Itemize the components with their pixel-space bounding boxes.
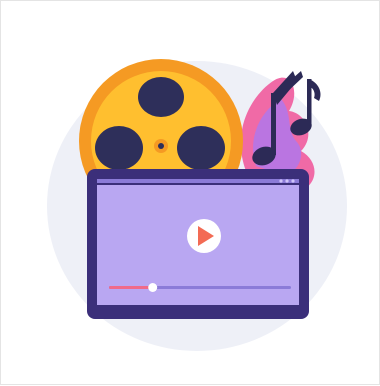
progress-played	[109, 286, 153, 289]
media-illustration	[47, 59, 347, 351]
image-frame	[0, 0, 380, 385]
progress-knob[interactable]	[148, 283, 158, 292]
play-icon[interactable]	[187, 219, 221, 253]
